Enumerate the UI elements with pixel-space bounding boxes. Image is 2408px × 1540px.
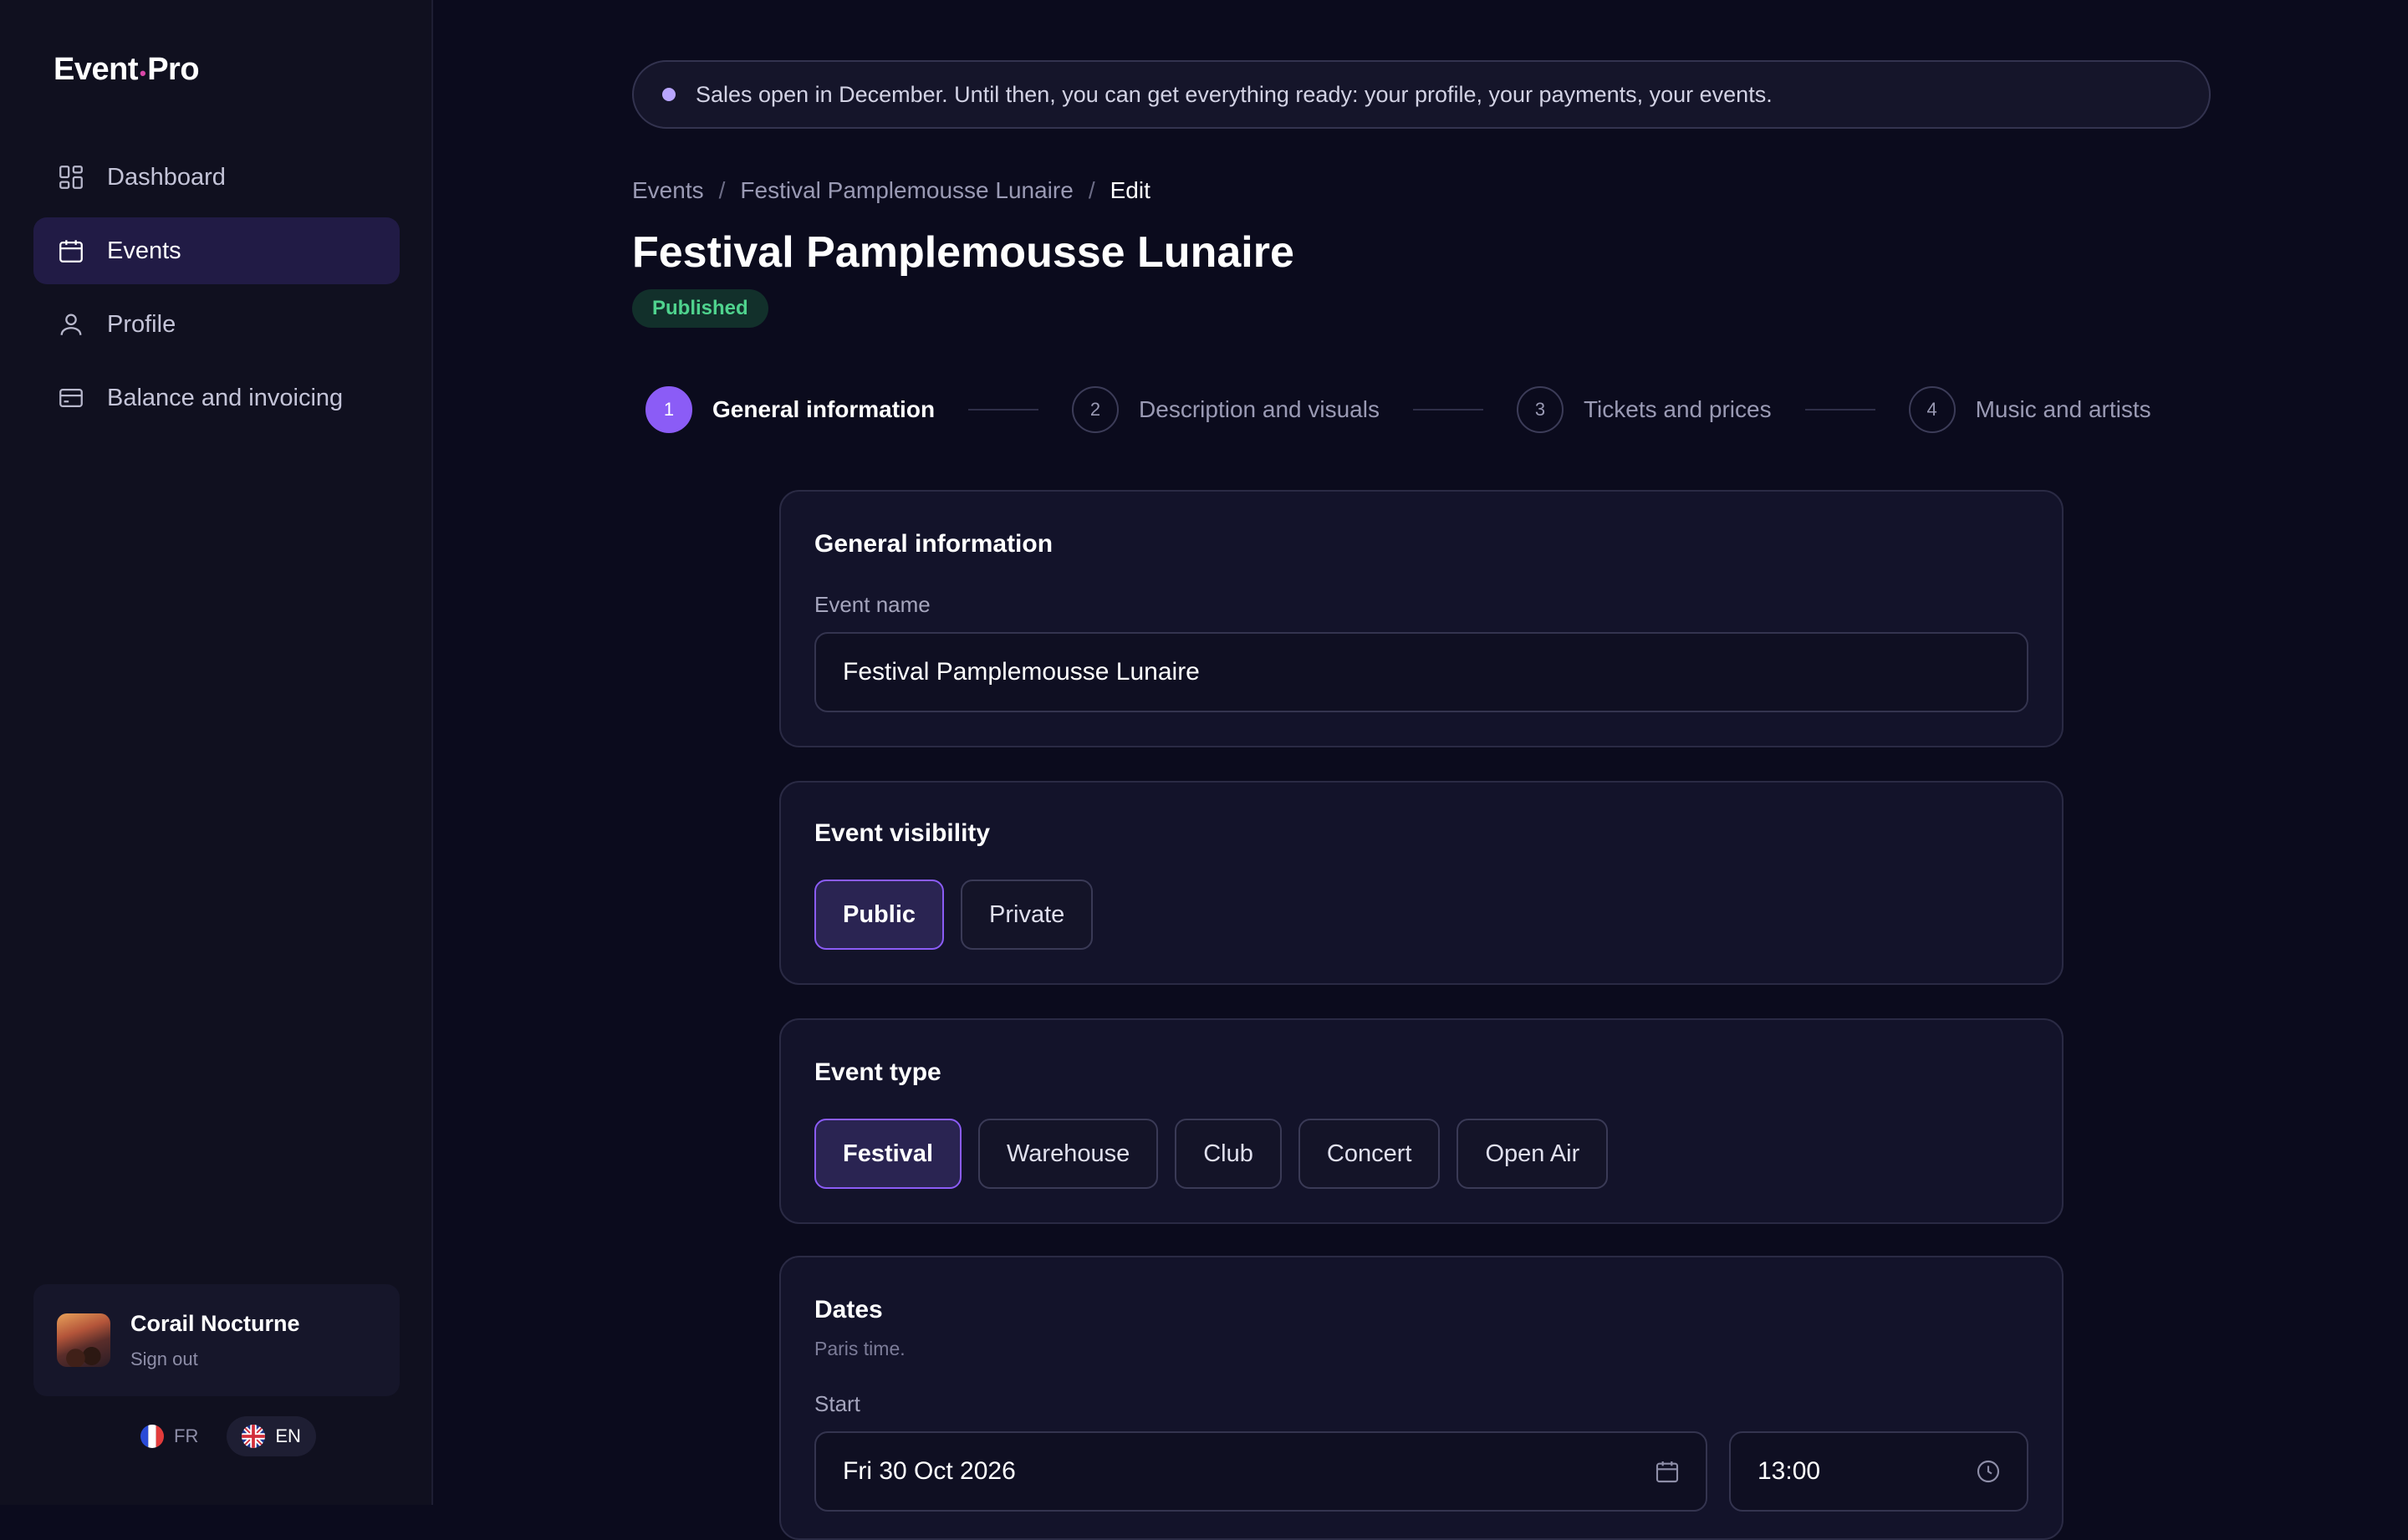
user-name: Corail Nocturne	[130, 1310, 300, 1336]
type-festival-option[interactable]: Festival	[814, 1119, 962, 1189]
clock-icon[interactable]	[1975, 1458, 2002, 1485]
type-concert-option[interactable]: Concert	[1298, 1119, 1441, 1189]
breadcrumb-events[interactable]: Events	[632, 177, 704, 204]
user-info: Corail Nocturne Sign out	[130, 1311, 300, 1370]
sidebar-item-label: Events	[107, 237, 181, 264]
app-logo[interactable]: Event•Pro	[54, 52, 200, 88]
step-label: Music and artists	[1975, 396, 2151, 422]
step-number: 4	[1908, 386, 1956, 433]
breadcrumb-separator: /	[1088, 177, 1095, 203]
type-club-option[interactable]: Club	[1175, 1119, 1282, 1189]
step-number: 1	[645, 386, 692, 433]
start-time-value: 13:00	[1758, 1457, 1821, 1485]
step-connector	[1412, 409, 1483, 410]
visibility-options: Public Private	[814, 880, 1094, 950]
step-number: 3	[1516, 386, 1564, 433]
event-name-label: Event name	[814, 592, 931, 617]
type-open-air-option[interactable]: Open Air	[1457, 1119, 1609, 1189]
page-title: Festival Pamplemousse Lunaire	[632, 228, 1294, 277]
visibility-public-option[interactable]: Public	[814, 880, 945, 950]
sidebar: Event•Pro Dashboard Events Profile Balan…	[0, 0, 433, 1505]
step-music-artists[interactable]: 4 Music and artists	[1908, 386, 2151, 433]
card-title: General information	[814, 530, 1054, 558]
step-connector	[968, 409, 1039, 410]
type-warehouse-option[interactable]: Warehouse	[978, 1119, 1159, 1189]
sidebar-item-events[interactable]: Events	[33, 217, 400, 284]
card-title: Event visibility	[814, 819, 991, 847]
info-banner: Sales open in December. Until then, you …	[632, 60, 2211, 129]
calendar-icon[interactable]	[1654, 1458, 1681, 1485]
card-title: Dates	[814, 1296, 883, 1323]
avatar	[57, 1313, 110, 1367]
credit-card-icon	[59, 388, 83, 408]
uk-flag-icon	[242, 1425, 266, 1448]
event-type-card: Event type Festival Warehouse Club Conce…	[779, 1018, 2064, 1224]
step-label: Description and visuals	[1139, 396, 1380, 422]
step-general-information[interactable]: 1 General information	[645, 386, 935, 433]
start-time-input[interactable]: 13:00	[1729, 1431, 2028, 1512]
step-label: General information	[712, 396, 936, 422]
step-tickets-prices[interactable]: 3 Tickets and prices	[1516, 386, 1772, 433]
user-card: Corail Nocturne Sign out	[33, 1284, 400, 1396]
card-title: Event type	[814, 1058, 941, 1086]
breadcrumb-current: Edit	[1110, 177, 1150, 203]
sidebar-item-label: Dashboard	[107, 163, 226, 191]
timezone-note: Paris time.	[814, 1338, 906, 1359]
dates-card: Dates Paris time. Start Fri 30 Oct 2026 …	[779, 1256, 2064, 1540]
sidebar-item-profile[interactable]: Profile	[33, 291, 400, 358]
language-en-button[interactable]: EN	[227, 1416, 316, 1456]
sidebar-nav: Dashboard Events Profile Balance and inv…	[33, 144, 400, 438]
event-visibility-card: Event visibility Public Private	[779, 781, 2064, 985]
calendar-icon	[59, 240, 83, 263]
start-label: Start	[814, 1391, 860, 1416]
dashboard-icon	[59, 166, 83, 189]
bullet-icon	[662, 88, 676, 101]
visibility-private-option[interactable]: Private	[961, 880, 1094, 950]
sidebar-item-label: Profile	[107, 310, 176, 338]
status-badge: Published	[632, 289, 768, 328]
france-flag-icon	[140, 1425, 164, 1448]
step-description-visuals[interactable]: 2 Description and visuals	[1072, 386, 1380, 433]
step-number: 2	[1072, 386, 1120, 433]
event-type-options: Festival Warehouse Club Concert Open Air	[814, 1119, 1609, 1189]
sidebar-item-label: Balance and invoicing	[107, 384, 344, 411]
step-label: Tickets and prices	[1583, 396, 1772, 422]
stepper: 1 General information 2 Description and …	[645, 385, 2201, 435]
sign-out-link[interactable]: Sign out	[130, 1349, 300, 1370]
event-name-input[interactable]: Festival Pamplemousse Lunaire	[814, 632, 2028, 712]
language-fr-button[interactable]: FR	[125, 1416, 213, 1456]
breadcrumb: Events / Festival Pamplemousse Lunaire /…	[632, 177, 1150, 204]
start-date-value: Fri 30 Oct 2026	[843, 1457, 1016, 1485]
sidebar-item-balance-invoicing[interactable]: Balance and invoicing	[33, 365, 400, 431]
start-date-input[interactable]: Fri 30 Oct 2026	[814, 1431, 1707, 1512]
general-information-card: General information Event name Festival …	[779, 490, 2064, 747]
user-icon	[60, 314, 82, 335]
language-switcher: FR EN	[125, 1416, 316, 1456]
step-connector	[1804, 409, 1875, 410]
main-content: Sales open in December. Until then, you …	[435, 0, 2408, 1540]
banner-text: Sales open in December. Until then, you …	[696, 81, 1773, 107]
breadcrumb-separator: /	[718, 177, 726, 203]
sidebar-item-dashboard[interactable]: Dashboard	[33, 144, 400, 211]
breadcrumb-event[interactable]: Festival Pamplemousse Lunaire	[740, 177, 1073, 204]
